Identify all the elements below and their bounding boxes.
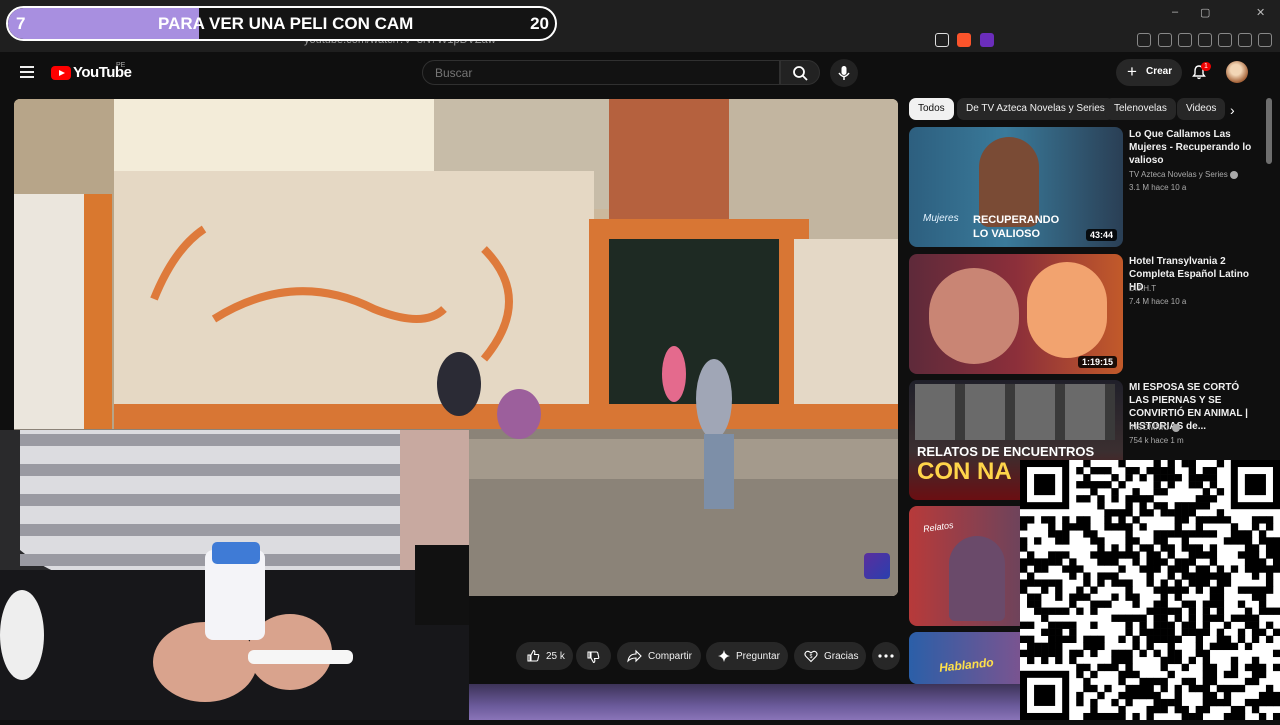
chip-videos[interactable]: Videos: [1177, 98, 1225, 120]
video-duration: 43:44: [1085, 229, 1117, 241]
vpn-icon[interactable]: [1238, 33, 1252, 47]
rec-title[interactable]: Lo Que Callamos Las Mujeres - Recuperand…: [1129, 128, 1261, 167]
search-icon: [793, 66, 808, 81]
brave-shield-icon[interactable]: [957, 33, 971, 47]
thanks-label: Gracias: [824, 651, 859, 662]
youtube-logo-icon[interactable]: [51, 66, 71, 80]
thumbs-down-icon: [587, 651, 600, 664]
rec-meta: 754 k hace 1 m: [1129, 436, 1184, 445]
video-duration: 1:19:15: [1077, 356, 1117, 368]
thanks-button[interactable]: $ Gracias: [794, 642, 866, 670]
create-label: Crear: [1146, 66, 1173, 77]
browser-menu-icon[interactable]: [1258, 33, 1272, 47]
thumbs-up-icon: [527, 649, 540, 662]
share-button[interactable]: Compartir: [617, 642, 701, 670]
ask-button[interactable]: Preguntar: [706, 642, 788, 670]
qr-finder-pattern: [1244, 474, 1266, 496]
qr-finder-pattern: [1034, 684, 1056, 706]
chip-telenovelas[interactable]: Telenovelas: [1105, 98, 1176, 120]
close-window-button[interactable]: ✕: [1256, 6, 1265, 19]
super-thanks-icon: $: [804, 650, 818, 663]
like-count: 25 k: [546, 651, 565, 662]
voice-search-button[interactable]: [830, 59, 858, 87]
rec-thumbnail[interactable]: 1:19:15: [909, 254, 1123, 374]
thumb-caption-1: Relatos: [922, 519, 955, 535]
verified-icon: [1171, 423, 1180, 432]
notification-badge: 1: [1201, 62, 1211, 71]
rec-channel[interactable]: INSOMNIO: [1129, 423, 1180, 432]
rec-thumbnail[interactable]: Mujeres RECUPERANDO LO VALIOSO 43:44: [909, 127, 1123, 247]
microphone-icon: [838, 66, 850, 80]
media-icon[interactable]: [1158, 33, 1172, 47]
brave-rewards-icon[interactable]: [980, 33, 994, 47]
bottom-overlay-gradient: [469, 684, 1020, 720]
cast-icon[interactable]: [935, 33, 949, 47]
thumbnail-figure: [1027, 262, 1107, 358]
thumb-caption-1: RECUPERANDO: [973, 214, 1060, 226]
avatar[interactable]: [1226, 61, 1248, 83]
minimize-button[interactable]: –: [1172, 6, 1178, 18]
thumb-caption-1: Hablando: [938, 655, 995, 675]
thumb-caption-1: RELATOS DE ENCUENTROS: [917, 444, 1095, 459]
like-button[interactable]: 25 k: [516, 642, 573, 670]
chip-tv-azteca[interactable]: De TV Azteca Novelas y Series: [957, 98, 1114, 120]
goal-target: 20: [530, 14, 549, 33]
chip-all[interactable]: Todos: [909, 98, 954, 120]
verified-icon: [1229, 170, 1238, 179]
ask-label: Preguntar: [736, 651, 780, 662]
channel-watermark-icon[interactable]: [864, 553, 890, 579]
maximize-button[interactable]: ▢: [1200, 6, 1210, 19]
webcam-frame: [0, 430, 469, 720]
rec-channel[interactable]: D.J.H.T: [1129, 284, 1156, 293]
thumbnail-faces: [915, 384, 1115, 440]
extensions-icon[interactable]: [1137, 33, 1151, 47]
dislike-button[interactable]: [576, 642, 611, 670]
channel-name: INSOMNIO: [1129, 423, 1170, 432]
sidebar-icon[interactable]: [1178, 33, 1192, 47]
goal-current: 7: [16, 14, 26, 33]
thumb-caption-2: LO VALIOSO: [973, 228, 1041, 240]
qr-code: [1020, 460, 1280, 721]
thumbnail-figure: [949, 536, 1005, 621]
share-icon: [627, 649, 642, 663]
scrollbar[interactable]: [1266, 98, 1272, 164]
more-horizontal-icon: [878, 654, 894, 658]
more-actions-button[interactable]: [872, 642, 900, 670]
channel-name: TV Azteca Novelas y Series: [1129, 170, 1228, 179]
stream-goal-banner: 7 PARA VER UNA PELI CON CAM 20: [6, 6, 557, 41]
rec-channel[interactable]: TV Azteca Novelas y Series: [1129, 170, 1238, 179]
svg-text:$: $: [810, 654, 813, 660]
goal-title: PARA VER UNA PELI CON CAM: [158, 14, 414, 33]
thumb-script: Mujeres: [923, 213, 959, 224]
rec-meta: 7.4 M hace 10 a: [1129, 297, 1187, 306]
hamburger-menu-icon[interactable]: [20, 66, 34, 78]
chevron-right-icon[interactable]: ›: [1230, 102, 1235, 118]
sparkle-icon: [718, 650, 730, 662]
thumbnail-figure: [929, 268, 1019, 364]
thumb-caption-2: CON NA: [917, 458, 1012, 485]
plus-icon: +: [1127, 62, 1137, 81]
region-code: PE: [116, 62, 126, 69]
search-button[interactable]: [780, 60, 820, 85]
wallet-icon[interactable]: [1198, 33, 1212, 47]
share-label: Compartir: [648, 651, 692, 662]
rec-meta: 3.1 M hace 10 a: [1129, 183, 1187, 192]
webcam-overlay: [0, 430, 469, 720]
qr-code-image: [1020, 460, 1280, 721]
qr-finder-pattern: [1034, 474, 1056, 496]
search-input[interactable]: [422, 60, 780, 85]
leo-icon[interactable]: [1218, 33, 1232, 47]
